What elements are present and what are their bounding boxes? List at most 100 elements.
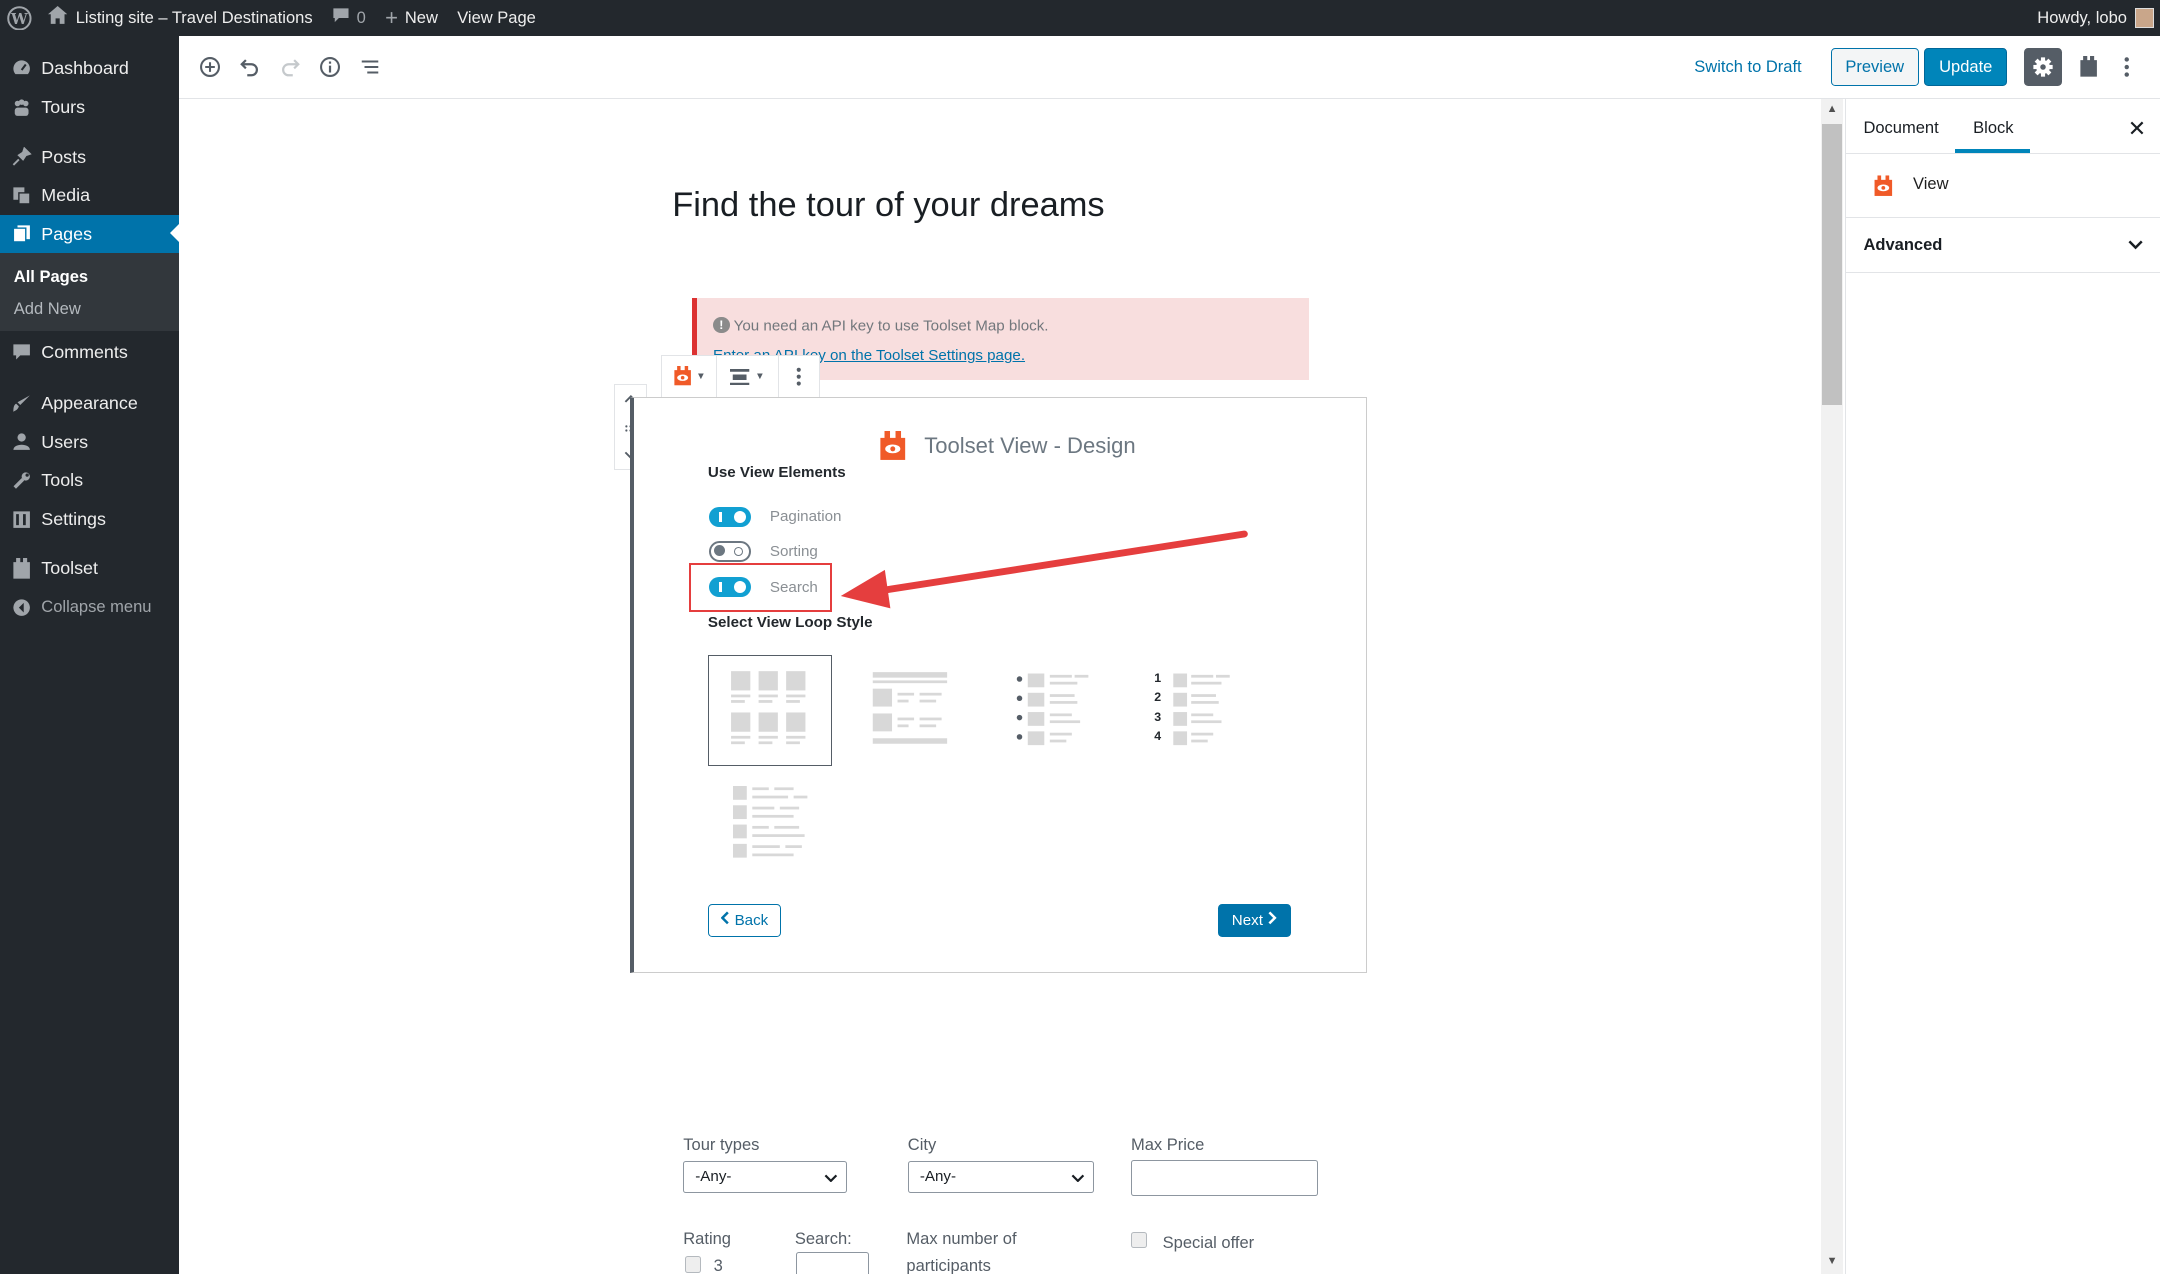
next-label: Next [1231, 911, 1263, 929]
comment-icon [11, 342, 33, 364]
scroll-up-icon[interactable]: ▲ [1827, 103, 1838, 115]
sidebar-item-pages[interactable]: Pages [0, 214, 180, 254]
collapse-menu-button[interactable]: Collapse menu [0, 588, 179, 627]
sidebar-item-appearance[interactable]: Appearance [0, 384, 179, 423]
search-text-input[interactable] [796, 1252, 870, 1274]
chevron-down-icon [824, 1169, 838, 1186]
view-title-text: Toolset View - Design [924, 432, 1136, 458]
pagination-toggle[interactable] [709, 506, 751, 528]
collapse-label: Collapse menu [41, 597, 152, 617]
sidebar-label-appearance: Appearance [41, 392, 138, 413]
redo-icon[interactable] [270, 46, 310, 87]
tour-types-value: -Any- [695, 1167, 732, 1185]
preview-button[interactable]: Preview [1830, 48, 1919, 86]
sidebar-item-tours[interactable]: Tours [0, 88, 179, 127]
caret-down-icon: ▼ [755, 371, 765, 383]
admin-sidebar: Dashboard Tours Posts Media Pages All Pa… [0, 35, 180, 1274]
block-type-switcher[interactable]: ▼ [662, 356, 718, 398]
close-icon[interactable]: ✕ [2128, 116, 2146, 142]
loop-style-grid[interactable] [707, 655, 832, 766]
block-more-options-icon[interactable] [779, 356, 819, 397]
sorting-toggle-row[interactable]: Sorting [709, 540, 818, 562]
wordpress-logo-icon[interactable]: W [0, 0, 39, 36]
tour-types-select[interactable]: -Any- [683, 1161, 848, 1193]
chevron-down-icon [2128, 235, 2143, 255]
toolset-plugin-icon[interactable] [2069, 48, 2108, 87]
sidebar-item-posts[interactable]: Posts [0, 138, 179, 177]
add-block-icon[interactable] [190, 46, 230, 87]
sidebar-label-users: Users [41, 431, 89, 452]
comments-link[interactable]: 0 [322, 0, 375, 36]
alignment-control[interactable]: ▼ [717, 356, 779, 398]
city-value: -Any- [919, 1167, 956, 1185]
update-button[interactable]: Update [1924, 48, 2008, 86]
switch-to-draft-button[interactable]: Switch to Draft [1694, 57, 1801, 77]
undo-icon[interactable] [230, 46, 270, 87]
pagination-toggle-row[interactable]: Pagination [709, 506, 841, 528]
tab-document[interactable]: Document [1846, 99, 1956, 153]
max-price-input[interactable] [1130, 1159, 1319, 1196]
advanced-label: Advanced [1863, 234, 1943, 254]
pages-icon [11, 223, 33, 245]
sidebar-label-tours: Tours [41, 96, 86, 117]
scroll-down-icon[interactable]: ▼ [1827, 1255, 1838, 1267]
tours-icon [11, 96, 33, 118]
city-select[interactable]: -Any- [907, 1161, 1094, 1193]
submenu-all-pages[interactable]: All Pages [0, 262, 179, 294]
howdy-text: Howdy, lobo [2037, 7, 2127, 27]
special-offer-checkbox[interactable] [1130, 1231, 1148, 1249]
toolset-icon [11, 557, 33, 580]
settings-gear-icon[interactable] [2023, 47, 2063, 87]
notice-text: You need an API key to use Toolset Map b… [733, 317, 1049, 335]
plus-icon: + [385, 4, 398, 30]
pin-icon [11, 146, 33, 168]
sidebar-item-media[interactable]: Media [0, 176, 179, 215]
advanced-panel-toggle[interactable]: Advanced [1845, 218, 2160, 273]
dashboard-icon [11, 58, 33, 80]
table-layout-icon [732, 786, 808, 858]
page-title[interactable]: Find the tour of your dreams [672, 186, 1104, 225]
rating-3-checkbox[interactable] [684, 1256, 702, 1273]
sidebar-item-toolset[interactable]: Toolset [0, 549, 179, 588]
sidebar-label-pages: Pages [41, 223, 93, 244]
loop-style-numbered[interactable]: 1 2 3 4 [1154, 668, 1278, 778]
rating-label: Rating [683, 1228, 731, 1248]
loop-style-bulleted[interactable] [1014, 668, 1138, 778]
site-name-link[interactable]: Listing site – Travel Destinations [39, 0, 323, 36]
align-center-icon [730, 368, 750, 386]
submenu-add-new[interactable]: Add New [0, 293, 179, 325]
loop-style-table[interactable] [732, 786, 857, 896]
user-icon [11, 431, 33, 453]
editor-scrollbar[interactable]: ▲ ▼ [1821, 99, 1844, 1274]
toolset-view-block[interactable]: Toolset View - Design Use View Elements … [629, 396, 1367, 973]
toolset-view-icon [674, 366, 691, 386]
sorting-toggle[interactable] [709, 540, 751, 562]
search-field-label: Search: [794, 1228, 852, 1248]
site-name: Listing site – Travel Destinations [75, 7, 313, 27]
loop-style-list-images[interactable] [870, 668, 994, 778]
sidebar-item-users[interactable]: Users [0, 423, 179, 462]
max-participants-label-2: participants [906, 1256, 991, 1274]
special-offer-label: Special offer [1162, 1232, 1255, 1252]
more-menu-icon[interactable] [2108, 48, 2147, 87]
next-button[interactable]: Next [1217, 903, 1291, 937]
back-button[interactable]: Back [708, 903, 782, 937]
sidebar-label-media: Media [41, 185, 91, 206]
chevron-right-icon [1268, 911, 1278, 929]
sidebar-item-tools[interactable]: Tools [0, 461, 179, 500]
editor-header: Switch to Draft Preview Update [179, 35, 2160, 100]
block-navigation-icon[interactable] [350, 46, 390, 87]
new-content-link[interactable]: + New [375, 0, 447, 36]
notice-message: ! You need an API key to use Toolset Map … [713, 316, 1309, 335]
scrollbar-thumb[interactable] [1822, 123, 1842, 405]
account-menu[interactable]: Howdy, lobo [2028, 0, 2160, 36]
svg-text:W: W [10, 9, 28, 27]
info-icon[interactable] [310, 46, 350, 87]
view-page-link[interactable]: View Page [448, 0, 546, 36]
sidebar-item-comments[interactable]: Comments [0, 333, 179, 372]
sidebar-item-settings[interactable]: Settings [0, 500, 179, 539]
sidebar-label-tools: Tools [41, 470, 84, 491]
sidebar-item-dashboard[interactable]: Dashboard [0, 50, 179, 89]
wrench-icon [11, 470, 33, 492]
tab-block[interactable]: Block [1955, 99, 2031, 154]
